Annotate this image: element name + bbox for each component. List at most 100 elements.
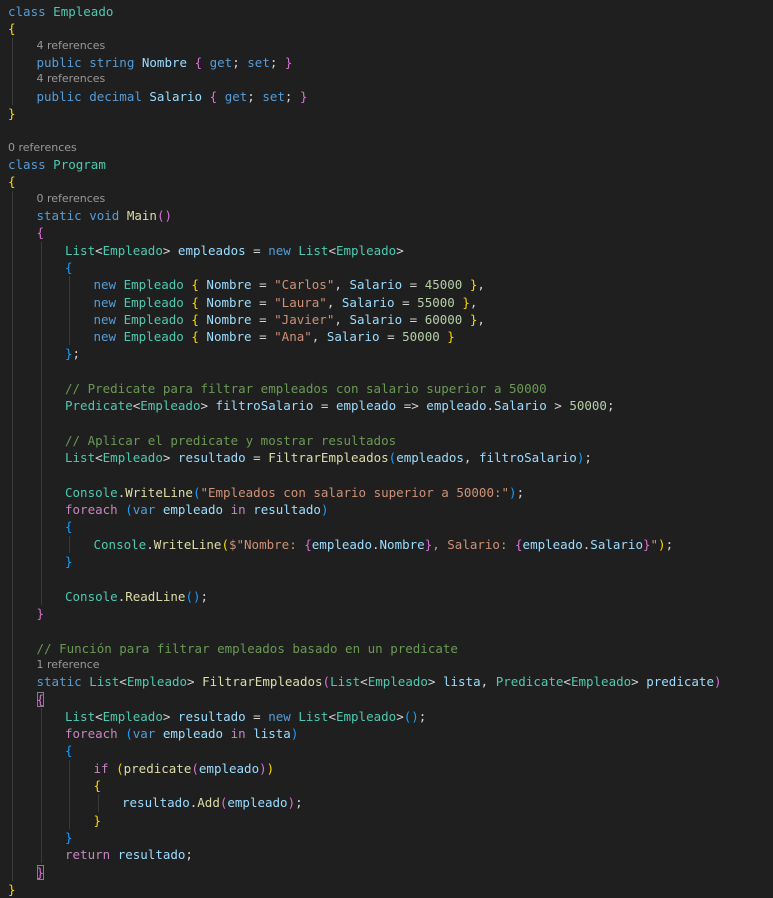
- code-line[interactable]: {: [36, 691, 773, 708]
- code-line[interactable]: // Predicate para filtrar empleados con …: [65, 380, 773, 397]
- code-line[interactable]: {: [8, 173, 773, 190]
- code-line[interactable]: // Función para filtrar empleados basado…: [37, 640, 773, 657]
- code-line[interactable]: }: [8, 881, 773, 898]
- codelens-references[interactable]: 4 references: [37, 72, 773, 86]
- code-line[interactable]: };: [65, 345, 773, 362]
- code-token: 55000: [417, 294, 455, 310]
- code-token: {: [36, 225, 45, 241]
- code-token: // Predicate para filtrar empleados con …: [65, 381, 547, 396]
- code-line[interactable]: List<Empleado> resultado = FiltrarEmplea…: [65, 449, 773, 466]
- code-line[interactable]: Console.WriteLine("Empleados con salario…: [65, 484, 773, 501]
- codelens-references[interactable]: 1 reference: [37, 658, 773, 672]
- code-token: }: [65, 829, 73, 845]
- code-line[interactable]: foreach (var empleado in lista): [65, 725, 773, 742]
- code-token: ;: [418, 708, 427, 724]
- code-token: void: [89, 208, 120, 223]
- code-line[interactable]: public decimal Salario { get; set; }: [37, 88, 773, 105]
- code-token: var: [132, 502, 156, 518]
- code-line[interactable]: new Empleado { Nombre = "Laura", Salario…: [94, 294, 773, 311]
- code-token: ;: [247, 88, 263, 104]
- code-editor[interactable]: class Empleado{4 references public string…: [0, 0, 773, 898]
- code-token: empleado: [162, 502, 224, 518]
- code-line[interactable]: new Empleado { Nombre = "Carlos", Salari…: [94, 276, 773, 293]
- codelens-references[interactable]: 0 references: [37, 192, 773, 206]
- code-token: {: [65, 743, 73, 759]
- code-line[interactable]: {: [94, 777, 773, 794]
- code-token: ): [658, 536, 666, 552]
- code-line[interactable]: new Empleado { Nombre = "Ana", Salario =…: [94, 328, 773, 345]
- code-line[interactable]: public string Nombre { get; set; }: [37, 54, 773, 71]
- code-token: Empleado: [123, 294, 184, 310]
- code-token: return: [65, 847, 111, 863]
- code-line[interactable]: class Empleado: [8, 3, 773, 20]
- code-token: List: [65, 450, 96, 466]
- code-token: foreach: [65, 726, 118, 742]
- code-token: ,: [477, 311, 485, 327]
- code-line[interactable]: Console.ReadLine();: [65, 588, 773, 605]
- code-token: ,: [326, 294, 342, 310]
- code-line[interactable]: {: [65, 259, 773, 276]
- code-line[interactable]: static List<Empleado> FiltrarEmpleados(L…: [37, 673, 773, 690]
- code-line[interactable]: return resultado;: [65, 846, 773, 863]
- code-line[interactable]: }: [65, 553, 773, 570]
- code-line[interactable]: }: [8, 105, 773, 122]
- code-line[interactable]: static void Main(): [37, 207, 773, 224]
- code-token: ): [713, 674, 722, 690]
- code-token: string: [89, 55, 135, 70]
- code-line[interactable]: {: [37, 224, 773, 241]
- code-line[interactable]: }: [94, 812, 773, 829]
- code-line[interactable]: }: [65, 829, 773, 846]
- code-token: .: [372, 536, 380, 552]
- codelens-references[interactable]: 4 references: [37, 39, 773, 53]
- code-token: }: [65, 346, 73, 362]
- codelens-references[interactable]: 0 references: [8, 141, 773, 155]
- code-line[interactable]: Console.WriteLine($"Nombre: {empleado.No…: [94, 536, 773, 553]
- code-line[interactable]: }: [37, 605, 773, 622]
- code-token: }: [93, 812, 102, 828]
- code-token: (): [185, 588, 201, 604]
- code-token: Add: [197, 795, 220, 811]
- code-line[interactable]: // Aplicar el predicate y mostrar result…: [65, 432, 773, 449]
- code-token: .: [146, 536, 154, 552]
- code-token: lista: [442, 674, 481, 690]
- code-token: ,: [480, 674, 496, 690]
- code-token: Salario: [590, 536, 643, 552]
- code-line[interactable]: resultado.Add(empleado);: [122, 794, 773, 811]
- code-line[interactable]: {: [65, 742, 773, 759]
- code-line[interactable]: }: [36, 864, 773, 881]
- code-token: ;: [284, 88, 300, 104]
- code-token: set: [247, 55, 270, 70]
- code-token: class: [8, 157, 46, 172]
- code-line[interactable]: foreach (var empleado in resultado): [65, 501, 773, 518]
- code-token: ;: [185, 847, 193, 863]
- code-token: ,: [334, 311, 350, 327]
- code-line[interactable]: List<Empleado> resultado = new List<Empl…: [65, 708, 773, 725]
- code-token: {: [191, 329, 199, 345]
- code-token: 60000: [424, 311, 463, 327]
- code-token: ,: [477, 277, 485, 293]
- code-line[interactable]: {: [65, 518, 773, 535]
- code-token: >: [396, 708, 404, 724]
- code-token: ;: [665, 536, 674, 552]
- code-token: ReadLine: [125, 588, 186, 604]
- code-line[interactable]: List<Empleado> empleados = new List<Empl…: [65, 242, 773, 259]
- code-token: ;: [269, 55, 285, 70]
- code-line[interactable]: class Program: [8, 156, 773, 173]
- code-token: }: [65, 554, 73, 569]
- code-token: if: [93, 760, 109, 776]
- code-token: }: [284, 55, 293, 70]
- code-line[interactable]: Predicate<Empleado> filtroSalario = empl…: [65, 397, 773, 414]
- code-line[interactable]: {: [8, 20, 773, 37]
- code-line[interactable]: if (predicate(empleado)): [94, 760, 773, 777]
- indent-guide: [69, 759, 70, 829]
- code-token: empleados: [396, 450, 464, 466]
- code-token: "Laura": [274, 294, 327, 310]
- code-token: Empleado: [102, 242, 163, 258]
- code-line[interactable]: new Empleado { Nombre = "Javier", Salari…: [94, 311, 773, 328]
- code-token: 50000: [569, 398, 607, 414]
